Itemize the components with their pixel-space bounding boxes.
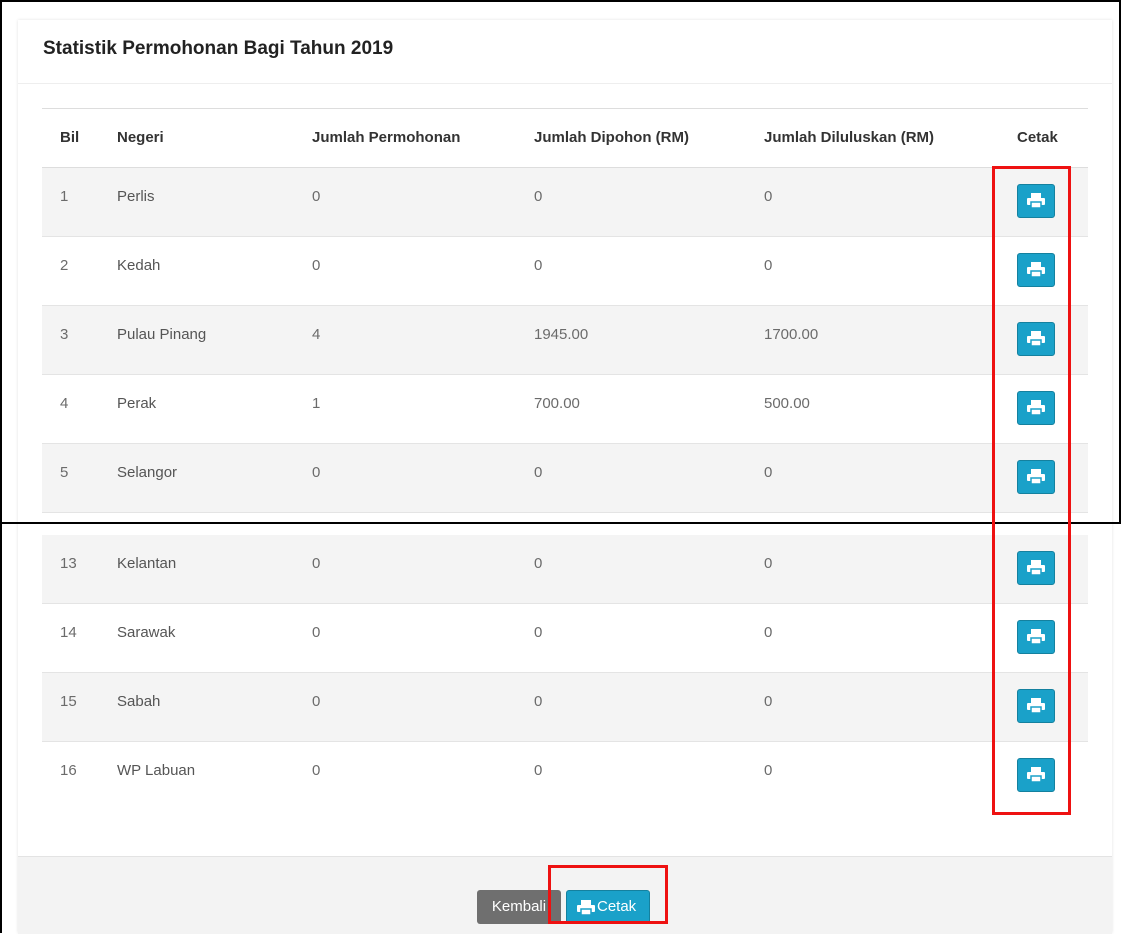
cell-permohonan: 0 [312, 693, 321, 710]
table-row: 1 Perlis 0 0 0 [42, 168, 1088, 237]
statistics-panel: Statistik Permohonan Bagi Tahun 2019 Bil… [18, 20, 1112, 934]
cell-diluluskan: 0 [764, 762, 773, 779]
screenshot-frame-left [0, 0, 2, 933]
print-column-highlight [992, 166, 1071, 815]
screenshot-frame-top [0, 0, 1121, 2]
cell-bil: 5 [60, 464, 69, 481]
cell-diluluskan: 0 [764, 464, 773, 481]
panel-title: Statistik Permohonan Bagi Tahun 2019 [43, 38, 394, 59]
cell-permohonan: 0 [312, 257, 321, 274]
cell-dipohon: 0 [534, 555, 543, 572]
table-row: 13 Kelantan 0 0 0 [42, 535, 1088, 604]
table-row: 5 Selangor 0 0 0 [42, 444, 1088, 513]
cell-negeri: Sabah [117, 693, 161, 710]
table-row: 15 Sabah 0 0 0 [42, 673, 1088, 742]
cell-negeri: Kelantan [117, 555, 177, 572]
cell-bil: 15 [60, 693, 77, 710]
header-bil: Bil [60, 129, 80, 146]
cell-negeri: Sarawak [117, 624, 176, 641]
cell-dipohon: 1945.00 [534, 326, 589, 343]
cell-bil: 2 [60, 257, 69, 274]
cell-dipohon: 0 [534, 464, 543, 481]
cell-negeri: Pulau Pinang [117, 326, 207, 343]
title-divider [18, 83, 1112, 84]
cell-permohonan: 0 [312, 555, 321, 572]
cell-negeri: Perak [117, 395, 157, 412]
header-jumlah-permohonan: Jumlah Permohonan [312, 129, 461, 146]
cell-bil: 13 [60, 555, 77, 572]
cell-permohonan: 4 [312, 326, 321, 343]
table-header: Bil Negeri Jumlah Permohonan Jumlah Dipo… [42, 108, 1088, 169]
table-row: 3 Pulau Pinang 4 1945.00 1700.00 [42, 306, 1088, 375]
cell-diluluskan: 500.00 [764, 395, 810, 412]
cell-negeri: WP Labuan [117, 762, 196, 779]
cell-negeri: Kedah [117, 257, 161, 274]
cell-diluluskan: 0 [764, 555, 773, 572]
header-jumlah-diluluskan: Jumlah Diluluskan (RM) [764, 129, 935, 146]
table-row: 4 Perak 1 700.00 500.00 [42, 375, 1088, 444]
cell-permohonan: 0 [312, 624, 321, 641]
table-row: 16 WP Labuan 0 0 0 [42, 742, 1088, 810]
screenshot-splitter [0, 522, 1121, 524]
cell-bil: 14 [60, 624, 77, 641]
cell-diluluskan: 0 [764, 624, 773, 641]
cell-bil: 4 [60, 395, 69, 412]
cell-dipohon: 700.00 [534, 395, 580, 412]
cell-diluluskan: 0 [764, 693, 773, 710]
cell-bil: 1 [60, 188, 69, 205]
cell-diluluskan: 1700.00 [764, 326, 819, 343]
header-negeri: Negeri [117, 129, 164, 146]
header-cetak: Cetak [1017, 129, 1058, 146]
cell-permohonan: 0 [312, 188, 321, 205]
cell-diluluskan: 0 [764, 257, 773, 274]
cell-permohonan: 1 [312, 395, 321, 412]
cell-bil: 16 [60, 762, 77, 779]
table-row: 14 Sarawak 0 0 0 [42, 604, 1088, 673]
cell-diluluskan: 0 [764, 188, 773, 205]
cell-negeri: Perlis [117, 188, 155, 205]
header-jumlah-dipohon: Jumlah Dipohon (RM) [534, 129, 689, 146]
table-row: 2 Kedah 0 0 0 [42, 237, 1088, 306]
cell-dipohon: 0 [534, 624, 543, 641]
cell-dipohon: 0 [534, 762, 543, 779]
cell-negeri: Selangor [117, 464, 178, 481]
cell-dipohon: 0 [534, 188, 543, 205]
cell-dipohon: 0 [534, 693, 543, 710]
print-button-highlight [548, 865, 668, 924]
cell-bil: 3 [60, 326, 69, 343]
cell-permohonan: 0 [312, 464, 321, 481]
cell-permohonan: 0 [312, 762, 321, 779]
cell-dipohon: 0 [534, 257, 543, 274]
